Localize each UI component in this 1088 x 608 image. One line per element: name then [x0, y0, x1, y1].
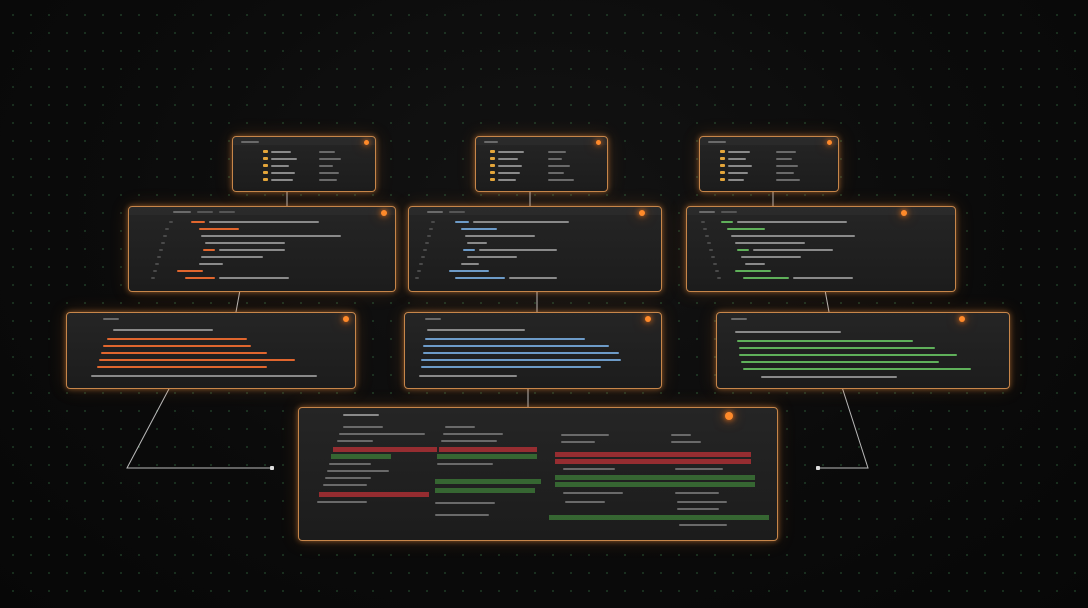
folder-icon [263, 150, 268, 153]
status-indicator-icon [639, 210, 645, 216]
terminal-blue[interactable] [404, 312, 662, 389]
connector-line [235, 289, 241, 313]
status-indicator-icon [827, 140, 832, 145]
connector-node-icon [270, 466, 274, 470]
connector-line [126, 386, 272, 469]
connector-line [818, 386, 869, 469]
terminal-orange[interactable] [66, 312, 356, 389]
folder-icon [263, 164, 268, 167]
diff-added-line [331, 454, 391, 459]
connector-node-icon [816, 466, 820, 470]
diff-added-line [437, 454, 537, 459]
folder-icon [263, 171, 268, 174]
diff-added-line [435, 479, 541, 484]
diff-removed-line [439, 447, 537, 452]
status-indicator-icon [364, 140, 369, 145]
status-indicator-icon [343, 316, 349, 322]
folder-icon [720, 171, 725, 174]
folder-icon [490, 178, 495, 181]
diff-removed-line [333, 447, 437, 452]
folder-icon [720, 150, 725, 153]
file-browser-right[interactable] [699, 136, 839, 192]
folder-icon [490, 171, 495, 174]
status-indicator-icon [959, 316, 965, 322]
folder-icon [490, 157, 495, 160]
folder-icon [720, 164, 725, 167]
folder-icon [720, 178, 725, 181]
code-editor-center[interactable] [408, 206, 662, 292]
folder-icon [490, 164, 495, 167]
file-browser-center[interactable] [475, 136, 608, 192]
status-indicator-icon [596, 140, 601, 145]
diff-added-line [555, 475, 755, 480]
status-indicator-icon [381, 210, 387, 216]
status-indicator-icon [901, 210, 907, 216]
terminal-green[interactable] [716, 312, 1010, 389]
folder-icon [490, 150, 495, 153]
status-indicator-icon [645, 316, 651, 322]
folder-icon [263, 178, 268, 181]
folder-icon [263, 157, 268, 160]
diff-removed-line [555, 459, 751, 464]
file-browser-left[interactable] [232, 136, 376, 192]
diff-removed-line [555, 452, 751, 457]
diff-added-line [549, 515, 769, 520]
code-editor-right[interactable] [686, 206, 956, 292]
diff-added-line [435, 488, 535, 493]
diff-viewer[interactable] [298, 407, 778, 541]
diff-added-line [555, 482, 755, 487]
code-editor-left[interactable] [128, 206, 396, 292]
connector-line [824, 289, 830, 313]
diff-removed-line [319, 492, 429, 497]
status-indicator-icon [725, 412, 733, 420]
folder-icon [720, 157, 725, 160]
